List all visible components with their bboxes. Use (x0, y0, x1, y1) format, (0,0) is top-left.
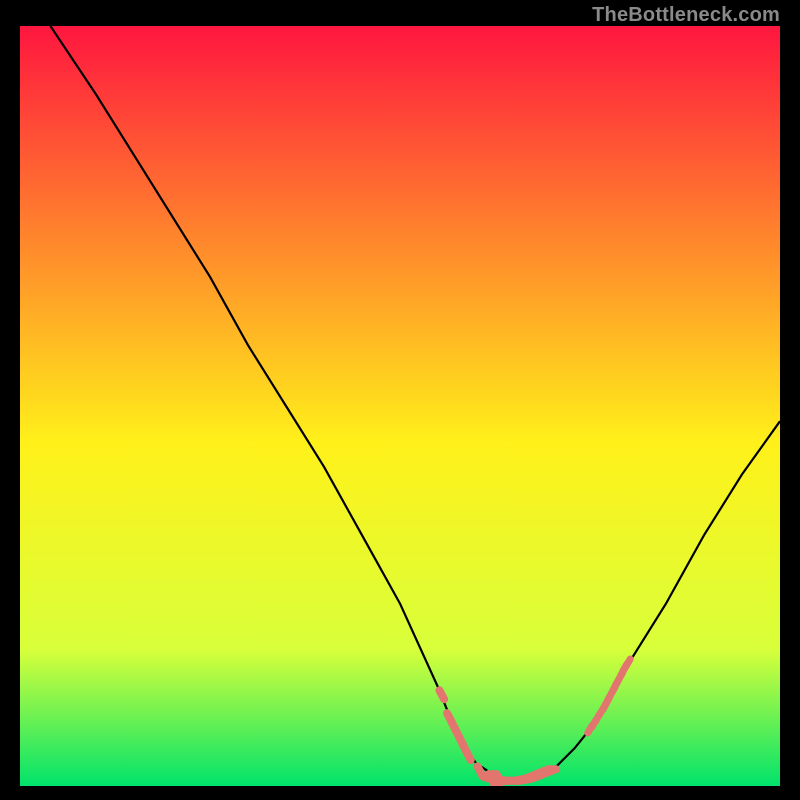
gradient-background (20, 26, 780, 786)
chart-frame (20, 26, 780, 786)
bottleneck-chart (20, 26, 780, 786)
marker-dash (544, 765, 560, 773)
watermark-text: TheBottleneck.com (592, 4, 780, 27)
